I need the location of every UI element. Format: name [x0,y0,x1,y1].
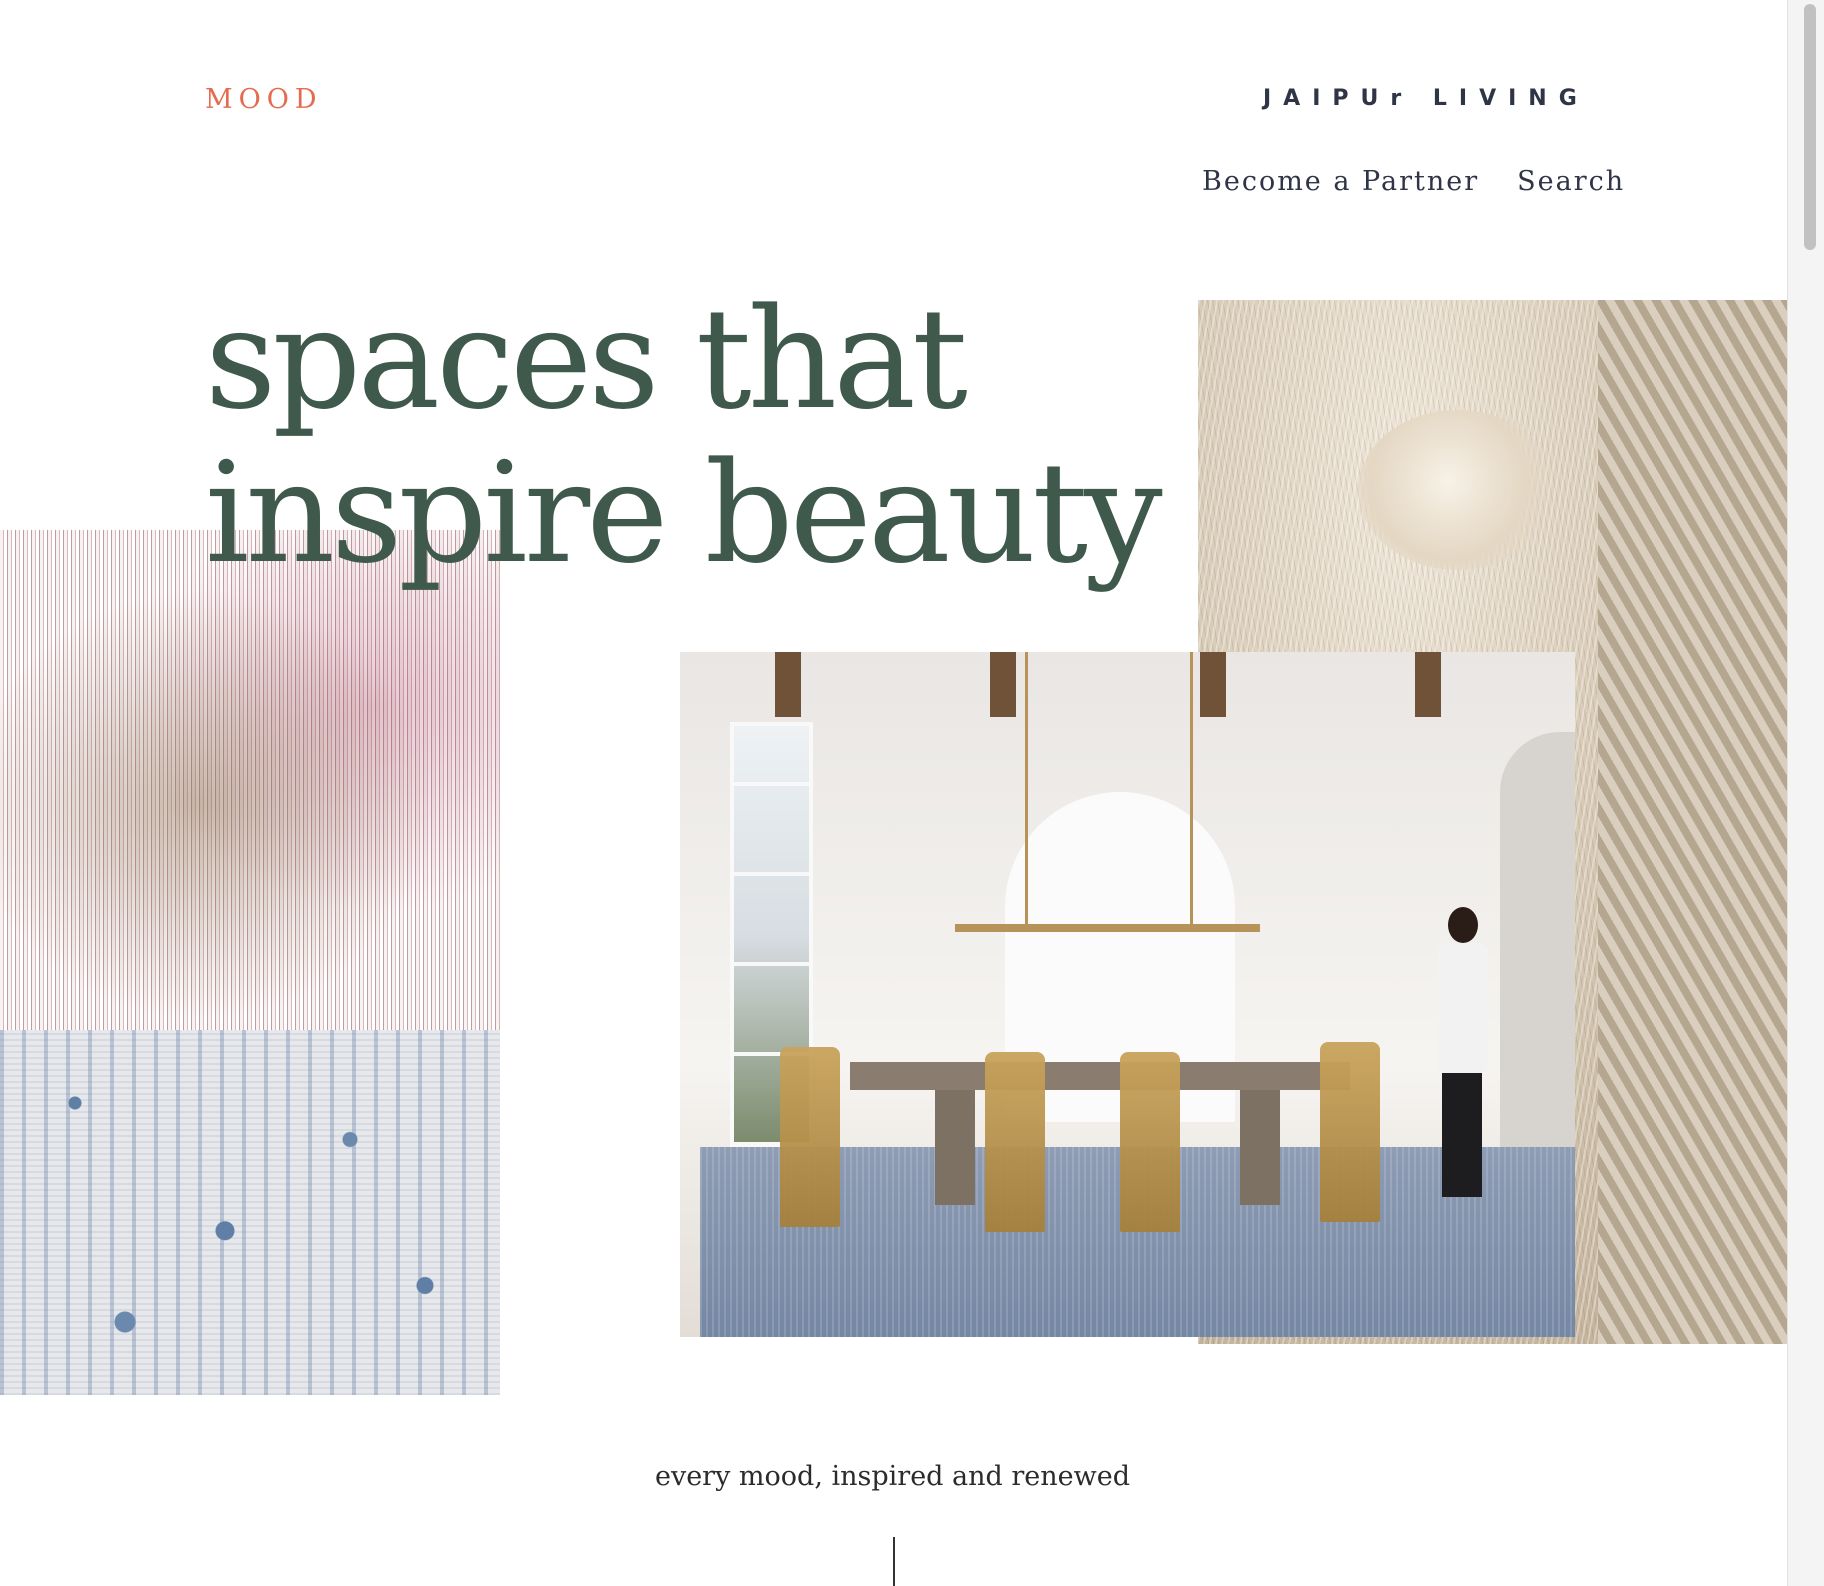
chandelier [955,924,1260,932]
person-legs [1442,1073,1482,1197]
hero-headline: spaces that inspire beauty [205,282,1163,590]
tagline: every mood, inspired and renewed [654,1461,1131,1492]
dining-chair [1120,1052,1180,1232]
person-top [1438,943,1488,1073]
ceiling-beam [1200,652,1226,717]
rug-pattern [0,1030,500,1395]
scrollbar[interactable] [1787,0,1824,1586]
light-rod [1025,652,1028,924]
dining-table [850,1062,1350,1090]
headline-line-2: inspire beauty [205,432,1163,594]
dining-chair [780,1047,840,1227]
yarn-knot [1358,410,1558,570]
dining-chair [985,1052,1045,1232]
scroll-indicator-line [893,1537,895,1586]
headline-line-1: spaces that [205,278,968,440]
brand-mood-link[interactable]: MOOD [205,84,323,115]
jaipur-living-logo[interactable]: JAIPUr LIVING [1263,86,1589,111]
loom-rug-image [0,530,500,1395]
nav-search[interactable]: Search [1517,166,1625,197]
ceiling-beam [775,652,801,717]
light-rod [1190,652,1193,924]
loom-threads [0,530,500,1030]
ceiling-beam [1415,652,1441,717]
nav-become-a-partner[interactable]: Become a Partner [1202,166,1479,197]
person-head [1448,907,1478,943]
table-leg [935,1090,975,1205]
yarn-twist [1598,300,1788,1344]
room-arch-right [1500,732,1575,1202]
scrollbar-thumb[interactable] [1804,4,1816,250]
top-nav: Become a Partner Search [1202,166,1625,197]
dining-chair [1320,1042,1380,1222]
ceiling-beam [990,652,1016,717]
table-leg [1240,1090,1280,1205]
dining-room-image [680,652,1575,1337]
person-walking [1430,907,1495,1197]
